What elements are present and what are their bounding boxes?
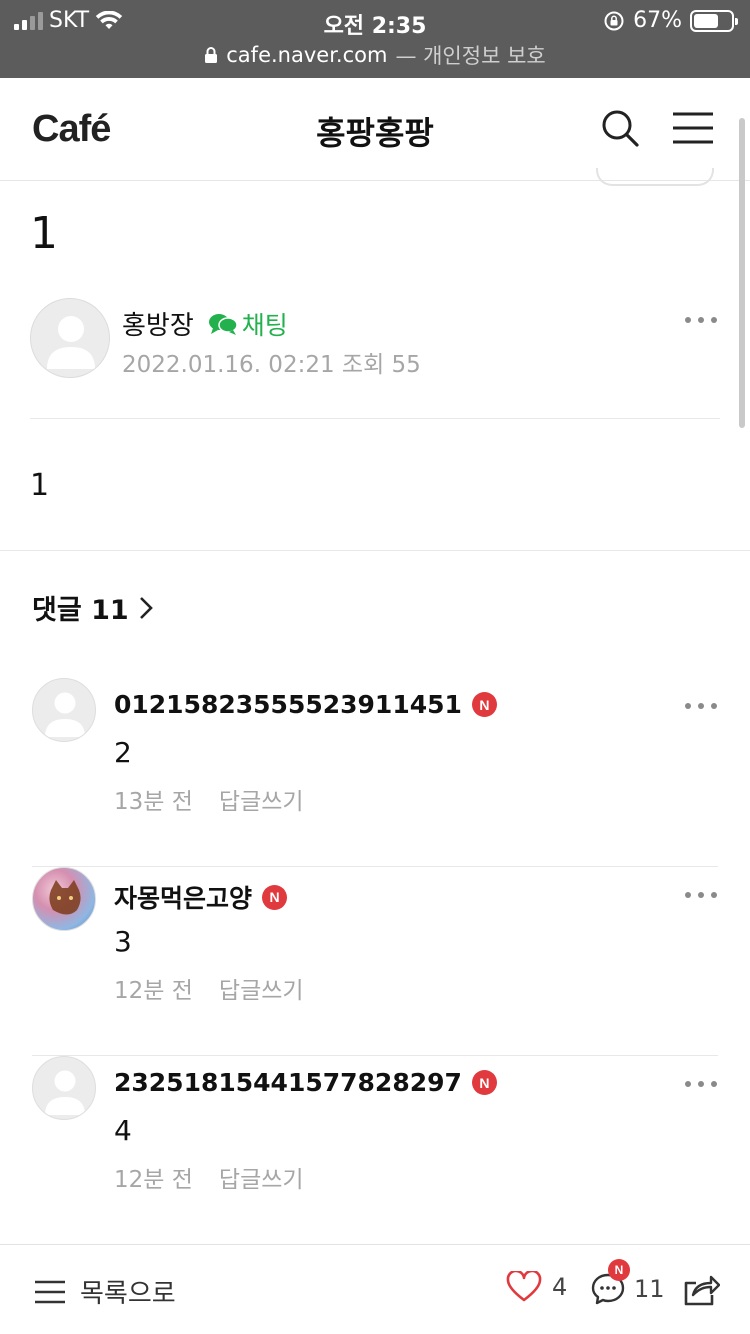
bottom-action-bar: 목록으로 4 N 11: [0, 1244, 750, 1334]
partially-hidden-button: [596, 168, 714, 186]
commenter-name-row: 23251815441577828297 N: [114, 1068, 497, 1097]
author-row: 홍방장 채팅: [122, 305, 288, 342]
system-status-bar: SKT 오전 2:35 67% cafe.naver.com — 개인정보 보호: [0, 0, 750, 78]
reply-button[interactable]: 답글쓰기: [219, 1160, 304, 1194]
comment-text: 4: [114, 1114, 132, 1147]
more-options-icon[interactable]: [684, 312, 718, 328]
reply-button[interactable]: 답글쓰기: [219, 782, 304, 816]
url-bar[interactable]: cafe.naver.com — 개인정보 보호: [0, 40, 750, 70]
comment-time: 13분 전: [114, 789, 193, 815]
commenter-avatar[interactable]: [32, 678, 96, 742]
new-badge: N: [471, 1070, 497, 1095]
post-body: 1: [30, 468, 50, 503]
search-icon[interactable]: [600, 108, 640, 148]
comment-time: 12분 전: [114, 978, 193, 1004]
default-avatar-icon: [45, 1070, 85, 1115]
comment-item: 23251815441577828297 N 4 12분 전 답글쓰기: [32, 1056, 718, 1245]
post-meta: 2022.01.16. 02:21 조회 55: [122, 352, 421, 378]
author-avatar[interactable]: [30, 298, 110, 378]
more-options-icon[interactable]: [684, 887, 718, 903]
more-options-icon[interactable]: [684, 1076, 718, 1092]
post-title: 1: [30, 208, 58, 259]
back-to-list-button[interactable]: 목록으로: [34, 1273, 176, 1310]
commenter-avatar[interactable]: [32, 867, 96, 931]
comments-count-label: 댓글 11: [32, 595, 129, 626]
hamburger-menu-icon[interactable]: [672, 110, 714, 146]
chat-label: 채팅: [241, 310, 288, 340]
url-privacy-note: — 개인정보 보호: [395, 44, 546, 68]
author-name[interactable]: 홍방장: [122, 305, 194, 342]
list-icon: [35, 1280, 65, 1303]
cat-avatar-icon: [49, 880, 81, 915]
like-button[interactable]: 4: [506, 1271, 567, 1303]
scroll-indicator: [739, 118, 745, 428]
commenter-name[interactable]: 23251815441577828297: [114, 1068, 462, 1097]
chat-link[interactable]: 채팅: [208, 306, 288, 342]
divider: [0, 550, 750, 551]
like-count: 4: [552, 1273, 568, 1301]
comment-item: 자몽먹은고양 N 3 12분 전 답글쓰기: [32, 867, 718, 1056]
chevron-right-icon: [139, 596, 153, 619]
comments-button[interactable]: N 11: [590, 1259, 665, 1307]
comments-header[interactable]: 댓글 11: [32, 588, 155, 627]
new-badge: N: [471, 692, 497, 717]
lock-icon: [205, 47, 218, 63]
app-header: Café 홍팡홍팡: [0, 78, 750, 181]
new-badge: N: [262, 884, 288, 910]
comment-count: 11: [634, 1275, 665, 1303]
battery-icon: [690, 9, 738, 32]
url-domain: cafe.naver.com: [226, 43, 388, 67]
default-avatar-icon: [47, 316, 95, 369]
reply-button[interactable]: 답글쓰기: [219, 971, 304, 1005]
share-icon[interactable]: [682, 1271, 720, 1307]
commenter-name[interactable]: 자몽먹은고양: [114, 879, 252, 915]
more-options-icon[interactable]: [684, 698, 718, 714]
heart-icon: [506, 1271, 542, 1302]
comment-text: 2: [114, 736, 132, 769]
chat-bubbles-icon: [208, 313, 238, 335]
orientation-lock-icon: [604, 11, 624, 30]
commenter-name[interactable]: 01215823555523911451: [114, 690, 462, 719]
divider: [30, 418, 720, 419]
battery-percent: 67%: [633, 8, 682, 33]
new-badge: N: [608, 1259, 630, 1281]
comment-text: 3: [114, 925, 132, 958]
back-to-list-label: 목록으로: [80, 1279, 176, 1309]
commenter-avatar[interactable]: [32, 1056, 96, 1120]
default-avatar-icon: [45, 692, 85, 737]
commenter-name-row: 01215823555523911451 N: [114, 690, 497, 719]
comment-item: 01215823555523911451 N 2 13분 전 답글쓰기: [32, 678, 718, 867]
commenter-name-row: 자몽먹은고양 N: [114, 879, 288, 915]
comment-time: 12분 전: [114, 1167, 193, 1193]
